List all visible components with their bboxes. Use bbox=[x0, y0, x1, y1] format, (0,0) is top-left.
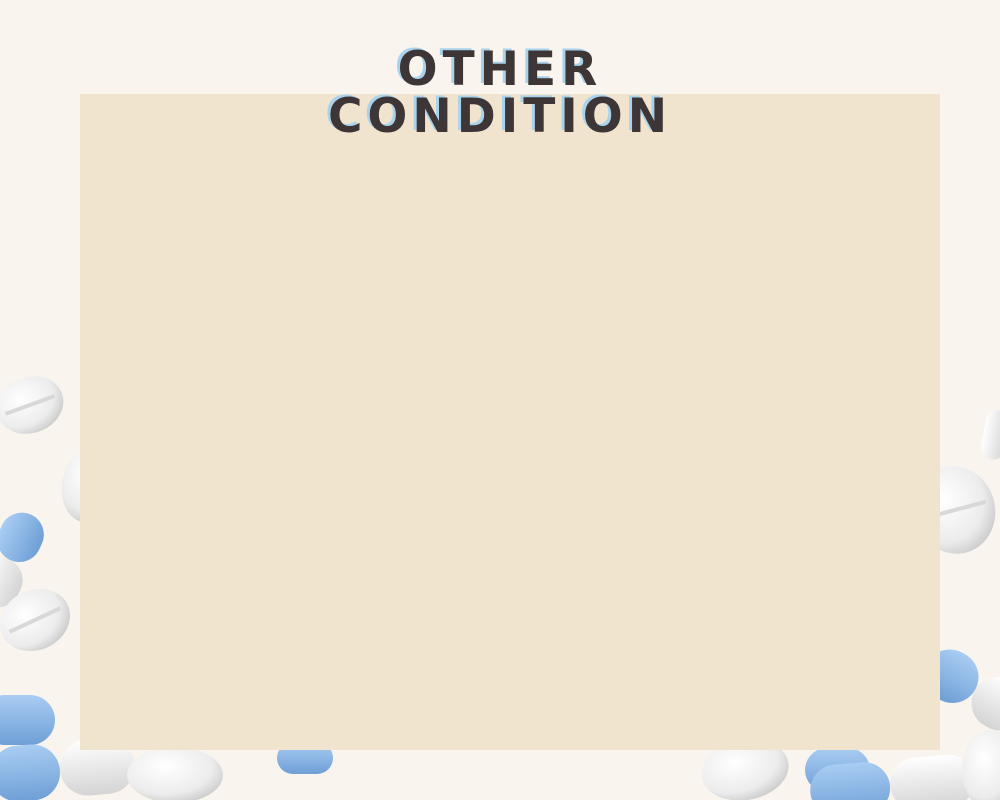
pill-icon bbox=[0, 376, 64, 434]
page-title: OTHER CONDITION bbox=[0, 46, 1000, 140]
title-line-1: OTHER bbox=[397, 42, 603, 97]
capsule-icon bbox=[981, 409, 1000, 460]
pill-icon bbox=[127, 747, 223, 800]
content-panel bbox=[80, 94, 940, 750]
capsule-icon bbox=[0, 695, 55, 745]
pill-icon bbox=[962, 730, 1000, 800]
title-line-2: CONDITION bbox=[327, 89, 673, 144]
